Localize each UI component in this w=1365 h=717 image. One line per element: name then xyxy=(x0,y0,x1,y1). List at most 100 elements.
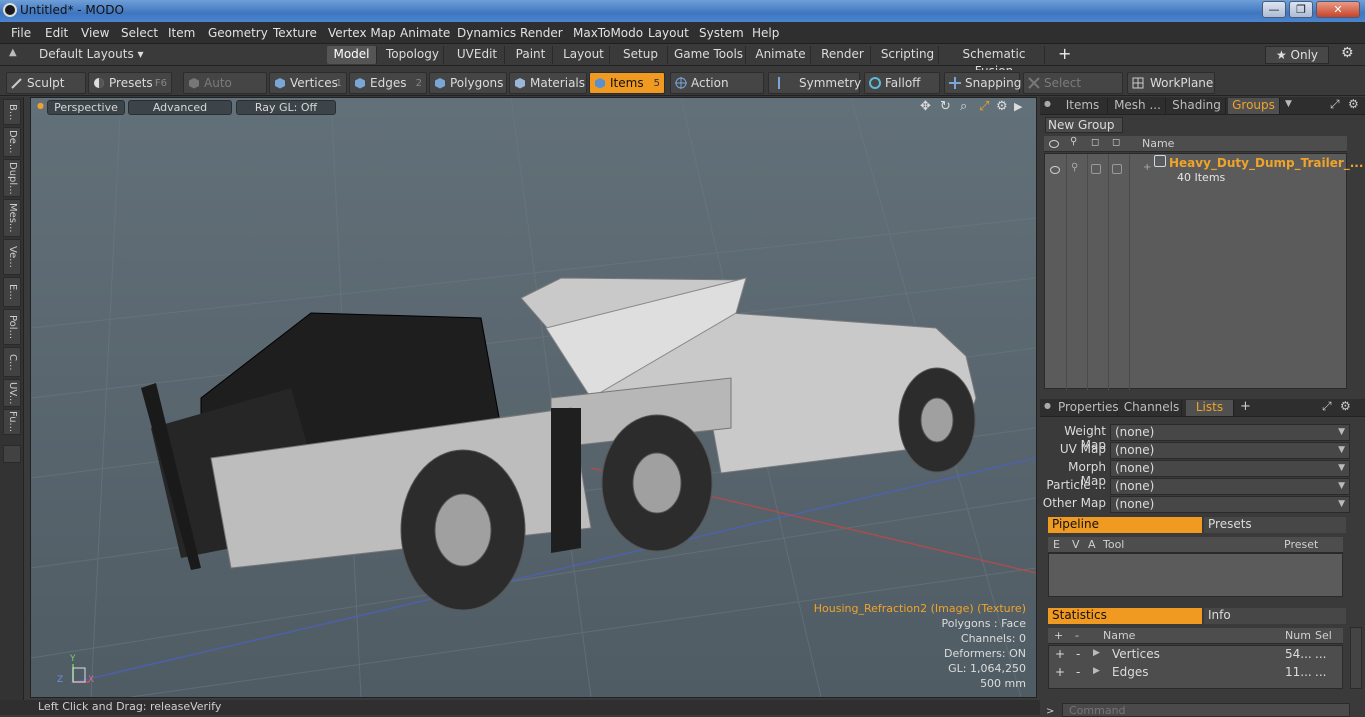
strip-tab-vertex[interactable]: Ve... xyxy=(3,239,21,275)
statistics-scrollbar[interactable] xyxy=(1350,627,1362,689)
lists-gear-icon[interactable]: ⚙ xyxy=(1340,399,1351,413)
menu-file[interactable]: File xyxy=(11,26,31,40)
tab-groups[interactable]: Groups xyxy=(1228,98,1280,114)
tab-game-tools[interactable]: Game Tools xyxy=(672,46,746,64)
tab-paint[interactable]: Paint xyxy=(509,46,553,64)
viewport-expand-icon[interactable]: ▶ xyxy=(1014,100,1022,113)
strip-tab-polygon[interactable]: Pol... xyxy=(3,309,21,345)
tab-scripting[interactable]: Scripting xyxy=(877,46,939,64)
lists-expand-icon[interactable]: ⤢ xyxy=(1322,399,1332,414)
table-row[interactable]: + - ▶ Vertices 54... ... xyxy=(1049,647,1342,665)
collapse-up-icon[interactable]: ▲ xyxy=(9,47,17,58)
menu-maxtomodo[interactable]: MaxToModo xyxy=(573,26,643,40)
row-plus[interactable]: + xyxy=(1055,647,1065,661)
snapping-button[interactable]: Snapping xyxy=(944,72,1021,94)
menu-system[interactable]: System xyxy=(699,26,744,40)
tab-uvedit[interactable]: UVEdit xyxy=(450,46,505,64)
visibility-eye-icon[interactable] xyxy=(1050,166,1060,174)
stats-col-plus[interactable]: + xyxy=(1054,628,1063,643)
name-column-header[interactable]: Name xyxy=(1142,136,1174,151)
add-panel-tab-button[interactable]: + xyxy=(1240,399,1251,414)
tab-animate[interactable]: Animate xyxy=(751,46,811,64)
pipeline-col-a[interactable]: A xyxy=(1088,537,1096,552)
tab-items[interactable]: Items xyxy=(1058,98,1108,114)
strip-tab-mesh[interactable]: Mes... xyxy=(3,199,21,237)
tab-render[interactable]: Render xyxy=(815,46,871,64)
menu-help[interactable]: Help xyxy=(752,26,779,40)
stats-col-minus[interactable]: - xyxy=(1075,628,1079,643)
tab-mesh[interactable]: Mesh ... xyxy=(1110,98,1166,114)
menu-animate[interactable]: Animate xyxy=(400,26,450,40)
only-toggle[interactable]: ★ Only xyxy=(1265,46,1329,64)
particle-map-dropdown[interactable]: (none) ▼ xyxy=(1110,478,1350,495)
stats-col-sel[interactable]: Sel xyxy=(1315,628,1332,643)
group-row[interactable]: ⚲ + Heavy_Duty_Dump_Trailer_... 40 Items xyxy=(1045,154,1363,186)
tab-layout[interactable]: Layout xyxy=(558,46,610,64)
vertices-button[interactable]: Vertices 1 xyxy=(269,72,347,94)
menu-edit[interactable]: Edit xyxy=(45,26,68,40)
falloff-button[interactable]: Falloff xyxy=(864,72,940,94)
workplane-button[interactable]: WorkPlane xyxy=(1127,72,1215,94)
menu-dynamics[interactable]: Dynamics xyxy=(457,26,516,40)
lists-dot-icon[interactable]: ● xyxy=(1044,401,1051,410)
move-view-icon[interactable]: ✥ xyxy=(920,99,931,114)
statistics-tab[interactable]: Statistics xyxy=(1048,608,1202,624)
symmetry-button[interactable]: Symmetry xyxy=(768,72,861,94)
header-render-icon[interactable]: ◻ xyxy=(1091,137,1099,148)
header-eye-icon[interactable] xyxy=(1049,140,1059,148)
row-expand-icon[interactable]: ▶ xyxy=(1093,648,1100,658)
info-tab[interactable]: Info xyxy=(1204,608,1346,624)
viewport-menu-dot-icon[interactable]: ● xyxy=(37,101,44,110)
sculpt-button[interactable]: Sculpt xyxy=(6,72,86,94)
morph-map-dropdown[interactable]: (none) ▼ xyxy=(1110,460,1350,477)
pipeline-col-e[interactable]: E xyxy=(1053,537,1060,552)
pipeline-col-tool[interactable]: Tool xyxy=(1103,537,1124,552)
row-plus[interactable]: + xyxy=(1055,665,1065,679)
action-center-button[interactable]: Action Center xyxy=(670,72,764,111)
items-button[interactable]: Items 5 xyxy=(589,72,665,94)
row-minus[interactable]: - xyxy=(1076,647,1080,661)
tab-model[interactable]: Model xyxy=(327,46,377,64)
materials-button[interactable]: Materials xyxy=(509,72,587,94)
menu-select[interactable]: Select xyxy=(121,26,158,40)
presets-button[interactable]: Presets F6 xyxy=(88,72,172,94)
select-toggle-icon[interactable] xyxy=(1112,164,1122,174)
fit-view-icon[interactable]: ⤢ xyxy=(979,99,989,114)
menu-view[interactable]: View xyxy=(81,26,109,40)
new-group-button[interactable]: New Group xyxy=(1045,117,1123,133)
panel-dot-icon[interactable]: ● xyxy=(1044,99,1051,108)
auto-select-button[interactable]: Auto Select xyxy=(183,72,267,111)
strip-tab-basic[interactable]: B... xyxy=(3,99,21,125)
presets-tab[interactable]: Presets xyxy=(1204,517,1346,533)
strip-tab-duplicate[interactable]: Dupl... xyxy=(3,159,21,197)
group-name[interactable]: Heavy_Duty_Dump_Trailer_... xyxy=(1169,156,1363,170)
strip-tab-deform[interactable]: De... xyxy=(3,127,21,157)
edges-button[interactable]: Edges 2 xyxy=(349,72,427,94)
pipeline-col-preset[interactable]: Preset xyxy=(1284,537,1318,552)
3d-viewport[interactable]: Perspective Advanced Ray GL: Off ● ✥ ↻ ⌕… xyxy=(30,97,1037,698)
row-minus[interactable]: - xyxy=(1076,665,1080,679)
raygl-toggle[interactable]: Ray GL: Off xyxy=(236,100,336,115)
menu-layout[interactable]: Layout xyxy=(648,26,689,40)
tabs-dropdown-icon[interactable]: ▼ xyxy=(1285,99,1292,109)
menu-geometry[interactable]: Geometry xyxy=(208,26,268,40)
tab-lists[interactable]: Lists xyxy=(1186,400,1234,416)
header-lock-icon[interactable]: ⚲ xyxy=(1070,136,1077,147)
lock-icon[interactable]: ⚲ xyxy=(1071,162,1078,173)
select-through-button[interactable]: Select Through xyxy=(1023,72,1123,111)
tab-setup[interactable]: Setup xyxy=(614,46,668,64)
strip-tab-fusion[interactable]: Fu... xyxy=(3,409,21,435)
panel-expand-icon[interactable]: ⤢ xyxy=(1330,97,1340,112)
close-button[interactable]: ✕ xyxy=(1316,1,1360,18)
pipeline-tab[interactable]: Pipeline xyxy=(1048,517,1202,533)
tab-schematic-fusion[interactable]: Schematic Fusion xyxy=(944,46,1045,78)
rotate-view-icon[interactable]: ↻ xyxy=(940,99,951,114)
gear-icon[interactable]: ⚙ xyxy=(1341,45,1354,61)
perspective-dropdown[interactable]: Perspective xyxy=(47,100,125,115)
maximize-button[interactable]: ❐ xyxy=(1289,1,1313,18)
tab-channels[interactable]: Channels xyxy=(1122,400,1182,416)
stats-col-num[interactable]: Num xyxy=(1285,628,1311,643)
menu-vertex-map[interactable]: Vertex Map xyxy=(328,26,396,40)
table-row[interactable]: + - ▶ Edges 11... ... xyxy=(1049,665,1342,683)
menu-texture[interactable]: Texture xyxy=(273,26,317,40)
